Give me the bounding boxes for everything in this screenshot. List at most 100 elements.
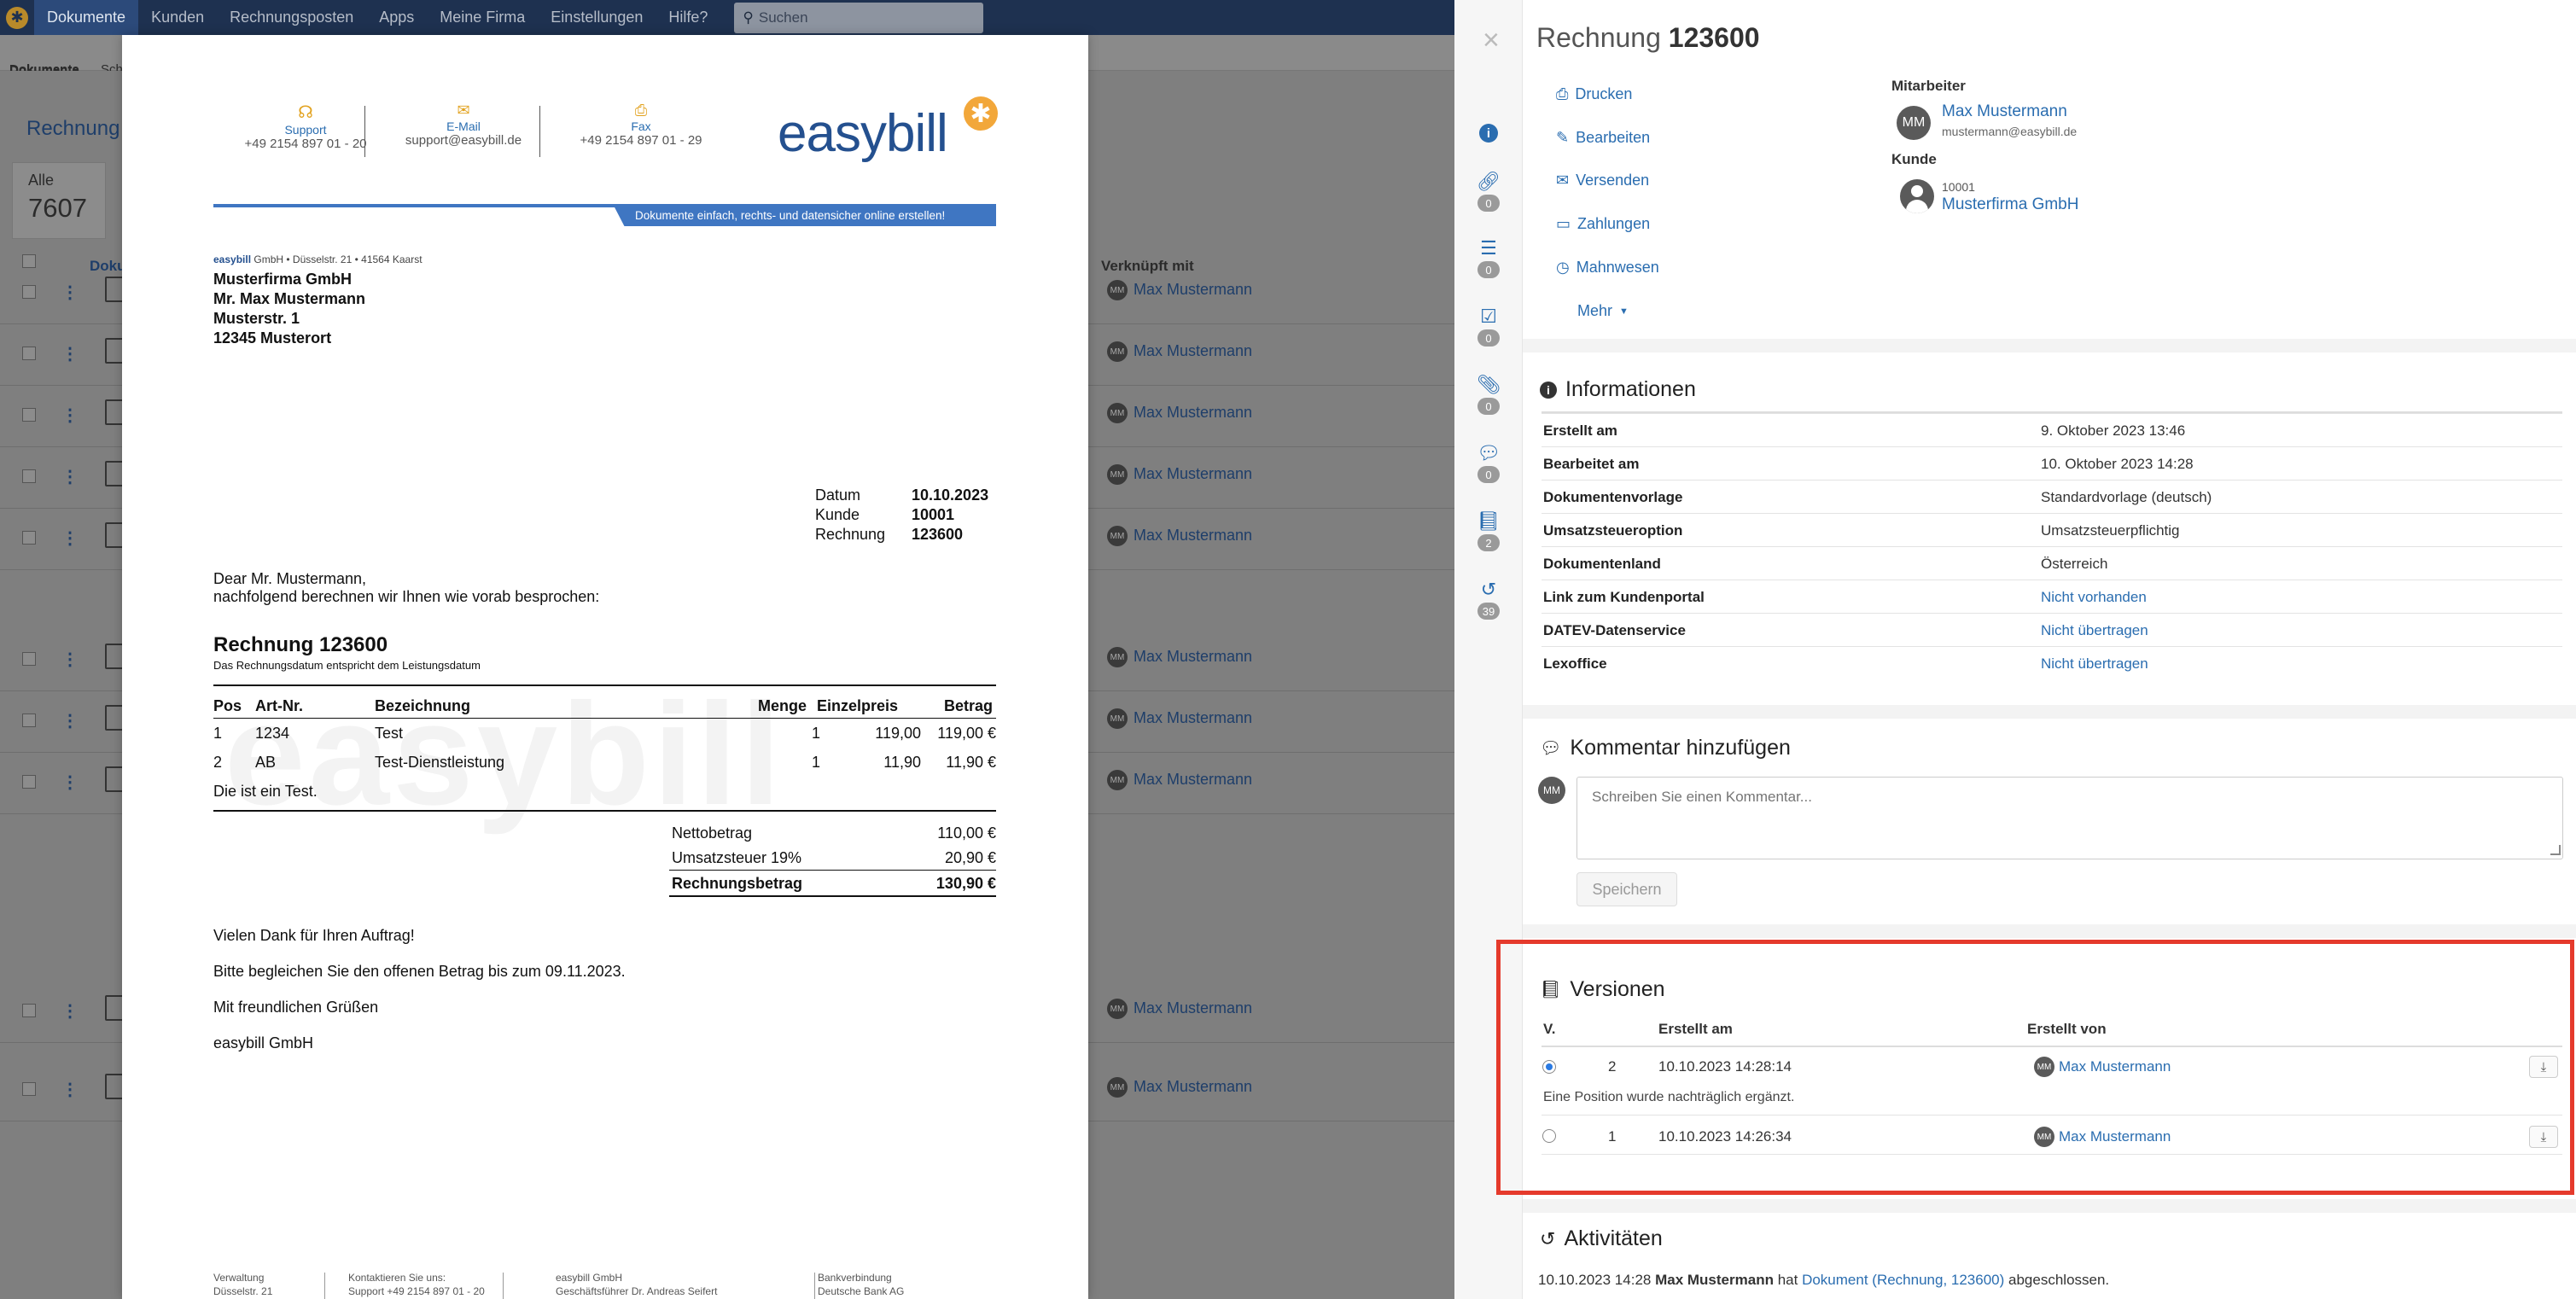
edit-action[interactable]: ✎ Bearbeiten bbox=[1556, 129, 1650, 147]
info-value[interactable]: Nicht übertragen bbox=[2041, 655, 2148, 673]
top-navigation: ✱ Dokumente Kunden Rechnungsposten Apps … bbox=[0, 0, 1454, 35]
document-icon bbox=[105, 338, 124, 364]
nav-item-rechnungsposten[interactable]: Rechnungsposten bbox=[217, 0, 366, 35]
app-logo[interactable]: ✱ bbox=[0, 0, 34, 35]
divider bbox=[1542, 1154, 2562, 1155]
links-tab[interactable]: 🔗︎ 0 bbox=[1474, 171, 1503, 212]
row-checkbox[interactable] bbox=[22, 347, 36, 360]
row-checkbox[interactable] bbox=[22, 469, 36, 483]
book-icon: 📘︎ bbox=[1540, 981, 1562, 999]
recipient-line: Musterstr. 1 bbox=[213, 310, 300, 327]
row-menu-icon[interactable]: ⋮ bbox=[61, 282, 79, 303]
row-linked-user[interactable]: Max Mustermann bbox=[1134, 771, 1252, 789]
row-menu-icon[interactable]: ⋮ bbox=[61, 1000, 79, 1022]
col-bezeichnung: Bezeichnung bbox=[375, 697, 471, 714]
dunning-action[interactable]: ◷ Mahnwesen bbox=[1556, 259, 1659, 277]
item-betrag: 11,90 € bbox=[946, 754, 996, 771]
row-menu-icon[interactable]: ⋮ bbox=[61, 1079, 79, 1100]
row-linked-user[interactable]: Max Mustermann bbox=[1134, 404, 1252, 422]
row-linked-user[interactable]: Max Mustermann bbox=[1134, 999, 1252, 1017]
attachments-tab[interactable]: 📎︎ 0 bbox=[1474, 374, 1503, 415]
nav-item-apps[interactable]: Apps bbox=[366, 0, 427, 35]
row-menu-icon[interactable]: ⋮ bbox=[61, 343, 79, 364]
download-version-button[interactable]: ⤓ bbox=[2529, 1056, 2558, 1078]
customer-name-link[interactable]: Musterfirma GmbH bbox=[1942, 195, 2078, 214]
row-linked-user[interactable]: Max Mustermann bbox=[1134, 648, 1252, 666]
col-art: Art-Nr. bbox=[255, 697, 304, 714]
document-icon bbox=[105, 644, 124, 669]
tasks-tab[interactable]: ☑ 0 bbox=[1474, 306, 1503, 347]
row-checkbox[interactable] bbox=[22, 531, 36, 545]
comment-textarea[interactable] bbox=[1576, 777, 2563, 859]
version-author-link[interactable]: Max Mustermann bbox=[2059, 1128, 2171, 1145]
activity-user: Max Mustermann bbox=[1655, 1272, 1774, 1288]
save-comment-button[interactable]: Speichern bbox=[1576, 872, 1677, 906]
row-linked-user[interactable]: Max Mustermann bbox=[1134, 709, 1252, 727]
row-menu-icon[interactable]: ⋮ bbox=[61, 710, 79, 731]
row-checkbox[interactable] bbox=[22, 714, 36, 727]
nav-item-einstellungen[interactable]: Einstellungen bbox=[538, 0, 656, 35]
nav-item-dokumente[interactable]: Dokumente bbox=[34, 0, 139, 35]
row-linked-user[interactable]: Max Mustermann bbox=[1134, 465, 1252, 483]
version-2-radio[interactable] bbox=[1542, 1060, 1556, 1074]
download-version-button[interactable]: ⤓ bbox=[2529, 1126, 2558, 1148]
customer-avatar-icon bbox=[1900, 179, 1934, 213]
footer-text: Düsselstr. 21 bbox=[213, 1285, 273, 1297]
resize-handle[interactable] bbox=[2550, 845, 2561, 855]
info-value[interactable]: Nicht vorhanden bbox=[2041, 589, 2147, 606]
version-number: 2 bbox=[1608, 1058, 1617, 1075]
row-checkbox[interactable] bbox=[22, 652, 36, 666]
versions-tab[interactable]: 📘︎ 2 bbox=[1474, 510, 1503, 551]
section-separator bbox=[1523, 924, 2576, 938]
history-tab[interactable]: ↺ 39 bbox=[1474, 579, 1503, 620]
tax-value: 20,90 € bbox=[944, 849, 996, 866]
footer-text: Bankverbindung bbox=[818, 1272, 892, 1284]
more-dropdown[interactable]: Mehr ▼ bbox=[1577, 302, 1629, 320]
caret-down-icon: ▼ bbox=[1619, 306, 1629, 317]
company-signature: easybill GmbH bbox=[213, 1034, 314, 1051]
staff-name-link[interactable]: Max Mustermann bbox=[1942, 102, 2067, 121]
all-count-card[interactable]: Alle 7607 bbox=[12, 162, 106, 239]
row-linked-user[interactable]: Max Mustermann bbox=[1134, 527, 1252, 545]
regards-text: Mit freundlichen Grüßen bbox=[213, 999, 379, 1016]
row-linked-user[interactable]: Max Mustermann bbox=[1134, 1078, 1252, 1096]
nav-item-kunden[interactable]: Kunden bbox=[138, 0, 217, 35]
info-tab[interactable]: i bbox=[1474, 124, 1503, 143]
positions-tab[interactable]: ☰ 0 bbox=[1474, 237, 1503, 278]
fax-block: ⎙ Fax +49 2154 897 01 - 29 bbox=[551, 102, 731, 148]
search-placeholder: Suchen bbox=[758, 9, 808, 26]
version-author-link[interactable]: Max Mustermann bbox=[2059, 1058, 2171, 1075]
row-menu-icon[interactable]: ⋮ bbox=[61, 466, 79, 487]
version-1-radio[interactable] bbox=[1542, 1129, 1556, 1143]
row-menu-icon[interactable]: ⋮ bbox=[61, 772, 79, 793]
row-menu-icon[interactable]: ⋮ bbox=[61, 527, 79, 549]
divider bbox=[503, 1273, 504, 1299]
close-button[interactable]: × bbox=[1483, 26, 1500, 55]
info-value[interactable]: Nicht übertragen bbox=[2041, 622, 2148, 639]
comment-title-text: Kommentar hinzufügen bbox=[1570, 736, 1791, 760]
nav-item-hilfe[interactable]: Hilfe? bbox=[656, 0, 720, 35]
row-linked-user[interactable]: Max Mustermann bbox=[1134, 342, 1252, 360]
comments-tab[interactable]: 💬︎ 0 bbox=[1474, 442, 1503, 483]
item-menge: 1 bbox=[811, 725, 820, 742]
row-linked-user[interactable]: Max Mustermann bbox=[1134, 281, 1252, 299]
send-action[interactable]: ✉ Versenden bbox=[1556, 172, 1649, 189]
print-action[interactable]: ⎙ Drucken bbox=[1556, 85, 1632, 103]
row-checkbox[interactable] bbox=[22, 775, 36, 789]
search-input[interactable]: ⚲ Suchen bbox=[734, 2, 984, 33]
activity-document-link[interactable]: Dokument (Rechnung, 123600) bbox=[1802, 1272, 2004, 1288]
payments-action[interactable]: ▭ Zahlungen bbox=[1556, 215, 1650, 233]
row-menu-icon[interactable]: ⋮ bbox=[61, 405, 79, 426]
download-icon: ⤓ bbox=[2540, 1129, 2547, 1145]
customer-label: Kunde bbox=[1891, 151, 1937, 167]
row-checkbox[interactable] bbox=[22, 1082, 36, 1096]
row-menu-icon[interactable]: ⋮ bbox=[61, 649, 79, 670]
staff-email: mustermann@easybill.de bbox=[1942, 125, 2078, 138]
row-checkbox[interactable] bbox=[22, 408, 36, 422]
history-icon: ↺ bbox=[1480, 579, 1497, 600]
activity-entry: 10.10.2023 14:28 Max Mustermann hat Doku… bbox=[1538, 1272, 2109, 1289]
row-checkbox[interactable] bbox=[22, 1004, 36, 1017]
support-label: Support bbox=[284, 123, 327, 137]
nav-item-meine-firma[interactable]: Meine Firma bbox=[427, 0, 538, 35]
row-checkbox[interactable] bbox=[22, 285, 36, 299]
